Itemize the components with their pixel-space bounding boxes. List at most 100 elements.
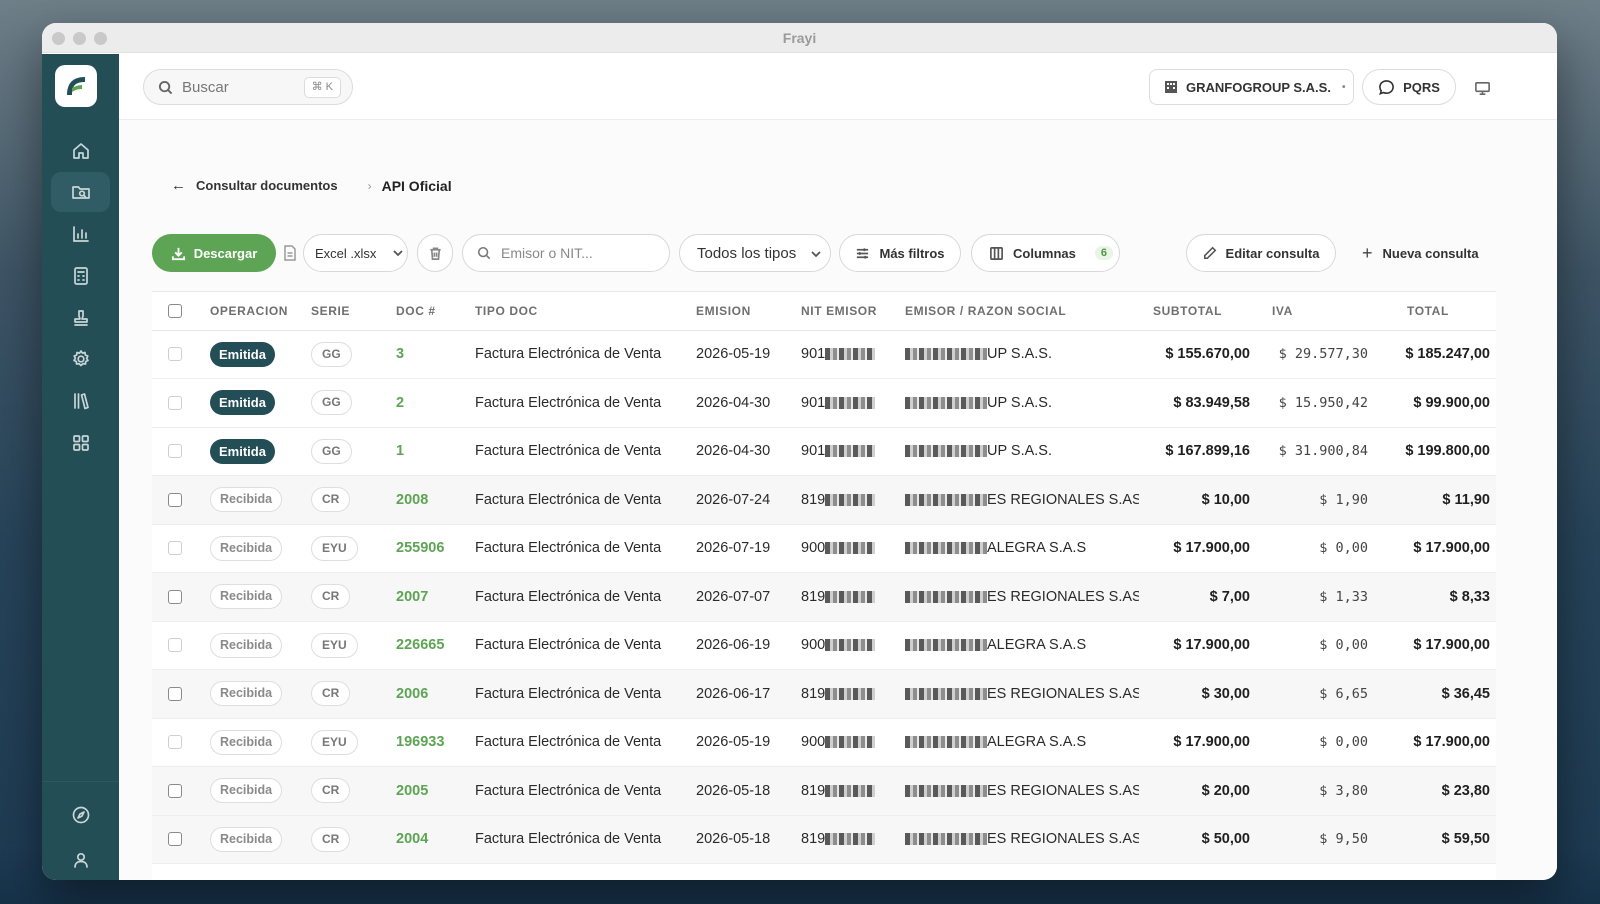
column-header[interactable]: SERIE [305, 292, 390, 331]
column-header[interactable]: DOC # [390, 292, 469, 331]
razon-social-visible-part: ES REGIONALES S.AS [987, 588, 1139, 605]
subtotal-cell: $ 83.949,58 [1139, 378, 1256, 428]
download-label: Descargar [193, 245, 258, 261]
breadcrumb-parent[interactable]: Consultar documentos [196, 178, 338, 193]
document-type-select[interactable]: Todos los tipos [679, 234, 831, 272]
table-row[interactable]: Emitida GG 3 Factura Electrónica de Venta 20… [152, 330, 1496, 379]
pqrs-button[interactable]: PQRS [1362, 69, 1456, 105]
emision-cell: 2026-05-18 [690, 766, 795, 816]
doc-number-link[interactable]: 2007 [396, 589, 428, 605]
operacion-cell: Recibida [204, 475, 305, 525]
table-row[interactable]: Recibida CR 2006 Factura Electrónica de Ven… [152, 669, 1496, 719]
iva-cell: $ 0,00 [1256, 524, 1374, 573]
column-header[interactable]: SUBTOTAL [1139, 292, 1256, 331]
compass-icon [72, 806, 89, 824]
column-header[interactable]: OPERACION [204, 292, 305, 331]
row-checkbox[interactable] [168, 783, 182, 798]
subtotal-cell: $ 7,00 [1139, 572, 1256, 622]
nit-cell: 901 [795, 330, 899, 379]
razon-social-cell: ES REGIONALES S.AS [899, 475, 1139, 525]
select-all-checkbox[interactable] [168, 304, 182, 319]
back-link[interactable]: ← Consultar documentos [171, 177, 338, 194]
row-checkbox[interactable] [168, 492, 182, 507]
doc-number-cell: 196933 [390, 718, 469, 767]
row-checkbox[interactable] [168, 735, 182, 750]
row-checkbox[interactable] [168, 444, 182, 459]
table-row[interactable]: Recibida CR 2004 Factura Electrónica de Ven… [152, 815, 1496, 864]
emisor-search-input[interactable]: Emisor o NIT... [462, 234, 670, 272]
operation-badge: Recibida [210, 826, 283, 852]
table-row[interactable]: Recibida CR 2007 Factura Electrónica de Ven… [152, 572, 1496, 622]
table-row[interactable]: Emitida GG 1 Factura Electrónica de Venta 20… [152, 427, 1496, 476]
column-header[interactable]: TIPO DOC [469, 292, 690, 331]
sidebar-item-apps-grid[interactable] [51, 423, 110, 463]
column-header[interactable]: IVA [1256, 292, 1374, 331]
redacted-name [905, 784, 987, 797]
sidebar-item-folder-search[interactable] [51, 172, 110, 212]
table-row[interactable]: Emitida GG 2 Factura Electrónica de Venta 20… [152, 378, 1496, 428]
doc-number-link[interactable]: 196933 [396, 734, 444, 750]
emision-cell: 2026-05-18 [690, 815, 795, 864]
sidebar-item-stamp[interactable] [51, 298, 110, 338]
sidebar-item-settings[interactable] [51, 339, 110, 379]
row-checkbox[interactable] [168, 347, 182, 362]
company-selector[interactable]: GRANFOGROUP S.A.S. • [1149, 69, 1354, 105]
column-header[interactable]: EMISOR / RAZON SOCIAL [899, 292, 1139, 331]
table-row[interactable]: Recibida EYU 196933 Factura Electrónica de … [152, 718, 1496, 767]
doc-number-link[interactable]: 3 [396, 346, 404, 362]
table-row[interactable]: Recibida CR 2005 Factura Electrónica de Ven… [152, 766, 1496, 816]
table-row[interactable]: Recibida EYU 226665 Factura Electrónica de … [152, 621, 1496, 670]
doc-number-link[interactable]: 226665 [396, 637, 444, 653]
serie-cell: CR [305, 475, 390, 525]
nit-cell: 819 [795, 572, 899, 622]
column-header[interactable]: EMISION [690, 292, 795, 331]
window-title: Frayi [782, 30, 817, 46]
display-button[interactable] [1470, 76, 1494, 100]
sidebar-item-bar-chart[interactable] [51, 214, 110, 254]
row-checkbox[interactable] [168, 395, 182, 410]
sidebar [42, 54, 119, 880]
new-query-label: Nueva consulta [1382, 245, 1479, 261]
format-select[interactable]: Excel .xlsx [303, 234, 408, 272]
doc-number-link[interactable]: 255906 [396, 540, 444, 556]
row-checkbox[interactable] [168, 832, 182, 847]
table-row[interactable]: Recibida CR 2008 Factura Electrónica de Ven… [152, 475, 1496, 525]
doc-number-link[interactable]: 2004 [396, 831, 428, 847]
serie-badge: CR [311, 778, 351, 804]
columns-button[interactable]: Columnas 6 [971, 234, 1120, 272]
doc-number-link[interactable]: 2 [396, 395, 404, 411]
edit-query-button[interactable]: Editar consulta [1186, 234, 1336, 272]
nit-cell: 901 [795, 378, 899, 428]
sidebar-item-library[interactable] [51, 381, 110, 421]
download-button[interactable]: Descargar [152, 234, 276, 272]
spreadsheet-file-icon [283, 245, 297, 261]
clear-button[interactable] [417, 234, 453, 272]
doc-number-link[interactable]: 2008 [396, 492, 428, 508]
serie-badge: EYU [311, 535, 358, 561]
row-checkbox[interactable] [168, 589, 182, 604]
table-row[interactable]: Recibida EYU 255906 Factura Electrónica de … [152, 524, 1496, 573]
doc-number-link[interactable]: 2006 [396, 686, 428, 702]
doc-number-link[interactable]: 1 [396, 443, 404, 459]
row-checkbox[interactable] [168, 638, 182, 653]
iva-cell: $ 1,33 [1256, 572, 1374, 622]
operacion-cell: Recibida [204, 572, 305, 622]
doc-number-link[interactable]: 2005 [396, 783, 428, 799]
column-header[interactable]: TOTAL [1374, 292, 1496, 331]
operacion-cell: Recibida [204, 718, 305, 767]
sidebar-item-user[interactable] [51, 840, 110, 880]
app-logo[interactable] [55, 65, 97, 107]
sidebar-item-calculator[interactable] [51, 256, 110, 296]
sidebar-item-home[interactable] [51, 131, 110, 171]
column-header[interactable]: NIT EMISOR [795, 292, 899, 331]
subtotal-cell: $ 20,00 [1139, 766, 1256, 816]
row-select-cell [152, 475, 204, 525]
row-checkbox[interactable] [168, 541, 182, 556]
row-checkbox[interactable] [168, 686, 182, 701]
redacted-nit [825, 590, 876, 603]
global-search[interactable]: Buscar ⌘ K [143, 69, 353, 105]
more-filters-button[interactable]: Más filtros [839, 234, 961, 272]
sidebar-item-compass[interactable] [51, 795, 110, 835]
new-query-button[interactable]: + Nueva consulta [1362, 234, 1479, 272]
app-window: Frayi Buscar ⌘ K GRANFOGROUP S.A.S. • PQ… [42, 23, 1557, 880]
